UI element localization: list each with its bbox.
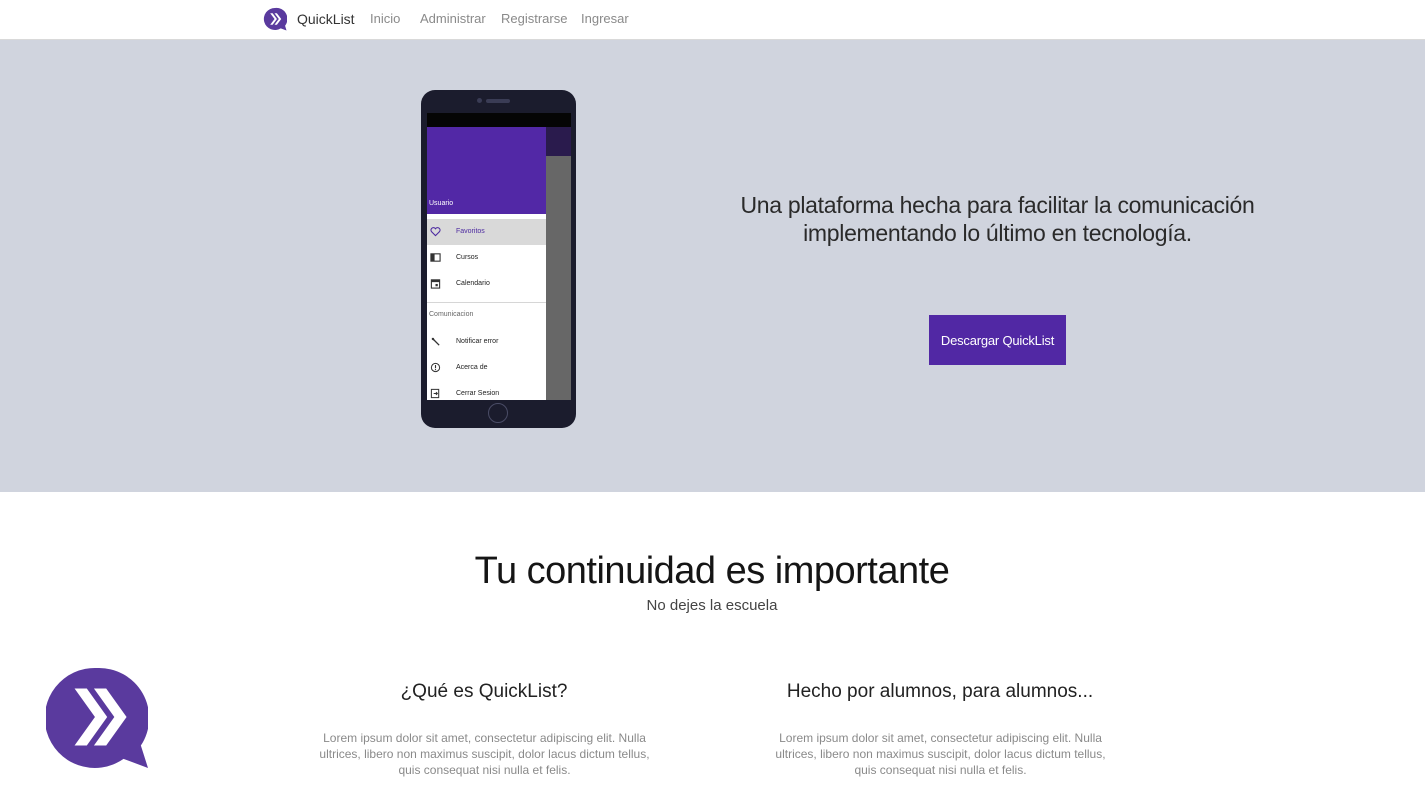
menu-label: Favoritos (456, 228, 485, 235)
logout-icon (430, 388, 440, 399)
menu-item-calendario: Calendario (427, 271, 546, 297)
wrench-icon (431, 337, 440, 346)
feature-title-que-es: ¿Qué es QuickList? (400, 681, 568, 702)
menu-label: Notificar error (456, 338, 499, 345)
status-bar (427, 113, 571, 127)
drawer-header: Usuario (427, 127, 546, 214)
menu-label: Calendario (456, 280, 490, 287)
phone-speaker (486, 99, 510, 103)
menu-divider (427, 302, 546, 303)
drawer-header-divider (427, 214, 546, 217)
section-subtitle: No dejes la escuela (646, 597, 778, 614)
phone-camera (477, 98, 482, 103)
nav-link-inicio[interactable]: Inicio (370, 11, 400, 26)
menu-label: Cursos (456, 254, 479, 261)
section-title: Tu continuidad es importante (474, 550, 950, 592)
download-button[interactable]: Descargar QuickList (929, 315, 1066, 365)
phone-mockup: Usuario Favoritos Cursos Calendario Comu… (421, 90, 576, 428)
nav-link-administrar[interactable]: Administrar (420, 11, 486, 26)
menu-section-label: Comunicacion (429, 311, 474, 318)
feature-title-hecho-por-alumnos: Hecho por alumnos, para alumnos... (786, 681, 1094, 702)
menu-item-acerca-de: Acerca de (427, 355, 546, 381)
info-icon (430, 362, 441, 373)
feature-text-que-es: Lorem ipsum dolor sit amet, consectetur … (319, 731, 650, 777)
brand-link[interactable]: QuickList (297, 11, 355, 27)
menu-item-notificar-error: Notificar error (427, 329, 546, 355)
quicklist-large-logo-icon (46, 668, 148, 768)
menu-item-favoritos: Favoritos (427, 219, 546, 245)
hero-section: Usuario Favoritos Cursos Calendario Comu… (0, 40, 1425, 492)
hero-tagline: Una plataforma hecha para facilitar la c… (740, 192, 1255, 246)
phone-screen: Usuario Favoritos Cursos Calendario Comu… (427, 113, 571, 400)
menu-label: Acerca de (456, 364, 488, 371)
nav-link-registrarse[interactable]: Registrarse (501, 11, 567, 26)
drawer-scrim (546, 127, 571, 400)
top-navbar: QuickList Inicio Administrar Registrarse… (0, 0, 1425, 40)
quicklist-logo-icon[interactable] (263, 7, 287, 31)
app-toolbar (546, 127, 571, 156)
menu-item-cerrar-sesion: Cerrar Sesion (427, 381, 546, 400)
drawer-user-label: Usuario (429, 200, 454, 207)
book-icon (430, 253, 441, 262)
menu-item-cursos: Cursos (427, 245, 546, 271)
menu-label: Cerrar Sesion (456, 390, 500, 397)
heart-icon (430, 227, 441, 237)
nav-link-ingresar[interactable]: Ingresar (581, 11, 629, 26)
phone-home-button (488, 403, 508, 423)
calendar-icon (430, 279, 441, 289)
feature-text-hecho-por-alumnos: Lorem ipsum dolor sit amet, consectetur … (775, 731, 1106, 777)
